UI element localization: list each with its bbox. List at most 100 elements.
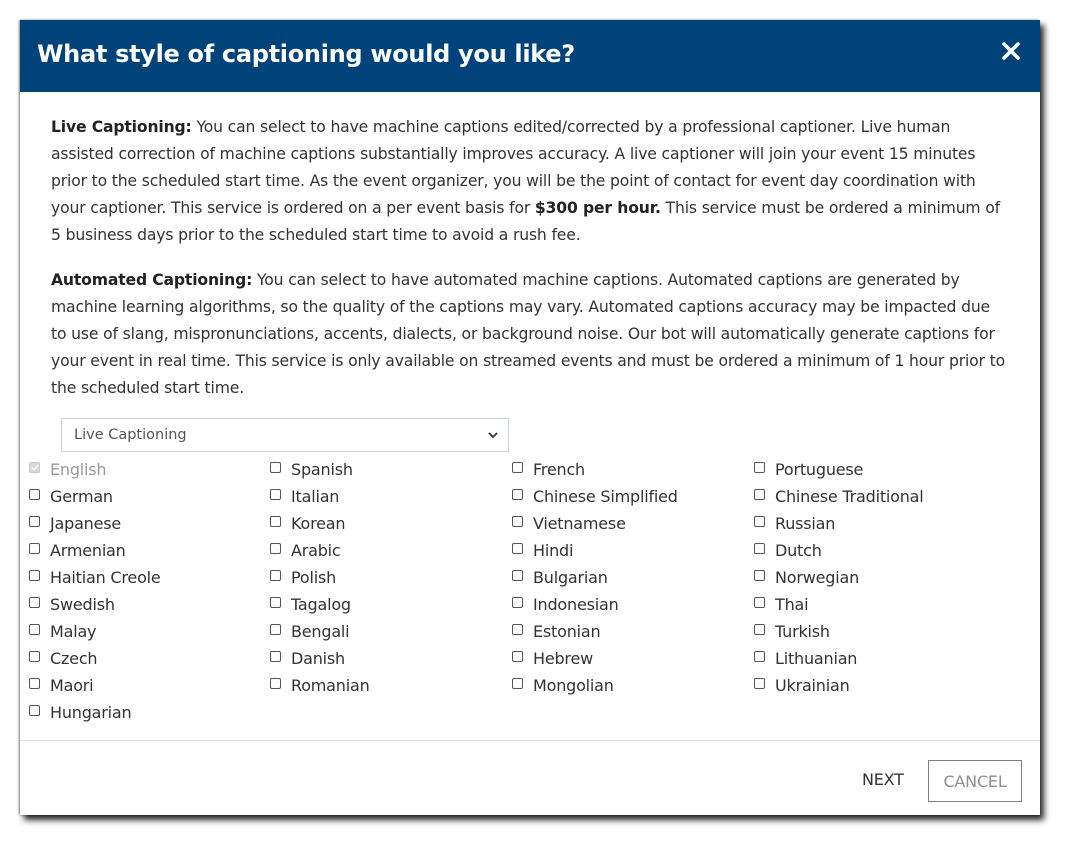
language-label: Lithuanian [775,649,858,668]
language-checkbox[interactable] [29,705,40,716]
language-checkbox[interactable] [512,597,523,608]
language-option-hindi[interactable]: Hindi [512,537,754,564]
language-checkbox[interactable] [29,570,40,581]
dialog-body: Live Captioning: You can select to have … [20,92,1040,402]
language-label: Japanese [50,514,122,533]
language-checkbox[interactable] [29,516,40,527]
language-option-ukrainian[interactable]: Ukrainian [754,672,996,699]
language-checkbox[interactable] [754,597,765,608]
language-checkbox[interactable] [512,651,523,662]
language-label: Hebrew [533,649,593,668]
language-checkbox[interactable] [270,624,281,635]
language-option-vietnamese[interactable]: Vietnamese [512,510,754,537]
language-checkbox[interactable] [754,678,765,689]
language-checkbox[interactable] [270,543,281,554]
cancel-button[interactable]: CANCEL [928,760,1022,802]
language-label: Polish [291,568,337,587]
language-checkbox[interactable] [270,651,281,662]
language-option-romanian[interactable]: Romanian [270,672,512,699]
language-option-armenian[interactable]: Armenian [29,537,270,564]
language-checkbox[interactable] [754,489,765,500]
language-checkbox[interactable] [754,624,765,635]
language-checkbox[interactable] [270,489,281,500]
language-checkbox[interactable] [29,597,40,608]
language-checkbox[interactable] [270,597,281,608]
language-label: Bulgarian [533,568,608,587]
language-checkbox[interactable] [29,678,40,689]
language-checkbox[interactable] [270,462,281,473]
language-checkbox[interactable] [754,516,765,527]
language-checkbox[interactable] [754,570,765,581]
language-checkbox[interactable] [512,489,523,500]
language-label: Russian [775,514,836,533]
captioning-type-select[interactable]: Live Captioning [62,419,508,451]
language-label: Danish [291,649,345,668]
language-option-dutch[interactable]: Dutch [754,537,996,564]
language-option-chinese-traditional[interactable]: Chinese Traditional [754,483,996,510]
language-label: Ukrainian [775,676,850,695]
language-checkbox[interactable] [512,462,523,473]
language-checkbox[interactable] [512,543,523,554]
language-checkbox[interactable] [29,489,40,500]
captioning-type-select-wrapper: Live Captioning [61,418,509,452]
next-button[interactable]: NEXT [862,770,904,789]
language-option-thai[interactable]: Thai [754,591,996,618]
language-label: English [50,460,107,479]
language-checkbox[interactable] [270,678,281,689]
language-option-czech[interactable]: Czech [29,645,270,672]
language-option-arabic[interactable]: Arabic [270,537,512,564]
language-option-tagalog[interactable]: Tagalog [270,591,512,618]
close-icon [1002,42,1020,60]
language-label: Vietnamese [533,514,626,533]
language-checkbox[interactable] [29,543,40,554]
live-captioning-price: $300 per hour. [534,199,661,217]
language-option-bulgarian[interactable]: Bulgarian [512,564,754,591]
language-checkbox[interactable] [270,570,281,581]
language-option-german[interactable]: German [29,483,270,510]
language-option-russian[interactable]: Russian [754,510,996,537]
language-option-hebrew[interactable]: Hebrew [512,645,754,672]
language-checkbox[interactable] [754,543,765,554]
language-label: Haitian Creole [50,568,161,587]
language-option-mongolian[interactable]: Mongolian [512,672,754,699]
language-option-polish[interactable]: Polish [270,564,512,591]
language-option-swedish[interactable]: Swedish [29,591,270,618]
language-label: Armenian [50,541,126,560]
language-option-portuguese[interactable]: Portuguese [754,456,996,483]
language-label: Thai [775,595,809,614]
language-option-lithuanian[interactable]: Lithuanian [754,645,996,672]
language-label: Turkish [775,622,830,641]
language-option-estonian[interactable]: Estonian [512,618,754,645]
language-option-danish[interactable]: Danish [270,645,512,672]
language-option-norwegian[interactable]: Norwegian [754,564,996,591]
language-option-indonesian[interactable]: Indonesian [512,591,754,618]
language-option-hungarian[interactable]: Hungarian [29,699,270,726]
language-label: French [533,460,585,479]
language-label: Swedish [50,595,115,614]
language-checkbox[interactable] [754,462,765,473]
language-option-bengali[interactable]: Bengali [270,618,512,645]
language-option-maori[interactable]: Maori [29,672,270,699]
close-button[interactable] [1000,40,1022,62]
language-checkbox[interactable] [512,516,523,527]
language-checkbox[interactable] [270,516,281,527]
language-option-haitian-creole[interactable]: Haitian Creole [29,564,270,591]
language-checkbox[interactable] [29,651,40,662]
language-option-french[interactable]: French [512,456,754,483]
language-option-turkish[interactable]: Turkish [754,618,996,645]
language-label: Maori [50,676,94,695]
language-checkbox[interactable] [512,570,523,581]
language-checkbox[interactable] [29,624,40,635]
language-label: Spanish [291,460,353,479]
language-checkbox[interactable] [754,651,765,662]
language-option-italian[interactable]: Italian [270,483,512,510]
language-checkbox[interactable] [512,678,523,689]
language-option-chinese-simplified[interactable]: Chinese Simplified [512,483,754,510]
language-option-korean[interactable]: Korean [270,510,512,537]
language-option-spanish[interactable]: Spanish [270,456,512,483]
language-label: German [50,487,113,506]
language-option-japanese[interactable]: Japanese [29,510,270,537]
language-checkbox[interactable] [512,624,523,635]
language-option-malay[interactable]: Malay [29,618,270,645]
language-label: Chinese Simplified [533,487,678,506]
